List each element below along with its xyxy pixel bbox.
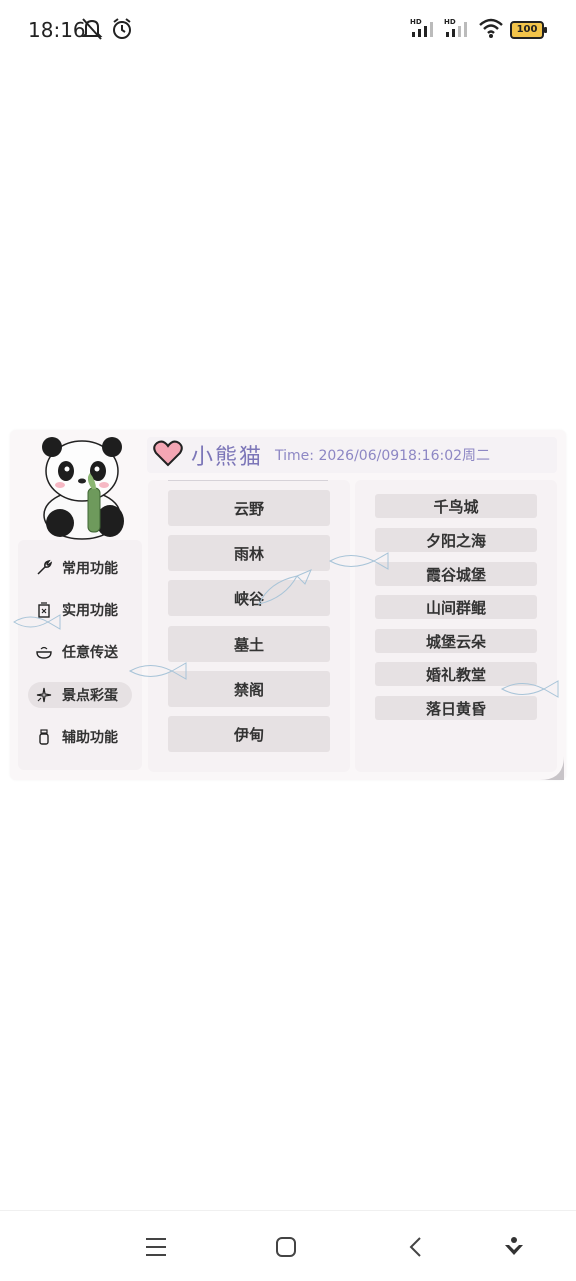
sidebar-item-teleport[interactable]: 任意传送 <box>28 639 132 665</box>
location-button[interactable]: 禁阁 <box>168 671 330 707</box>
sidebar-item-label: 实用功能 <box>62 603 118 619</box>
bowl-icon <box>34 642 54 662</box>
spot-button[interactable]: 千鸟城 <box>375 494 537 518</box>
assistant-icon[interactable] <box>500 1233 528 1261</box>
sidebar: 常用功能 实用功能 任意传送 景点彩蛋 辅助功能 <box>18 540 142 770</box>
spot-list: 千鸟城 夕阳之海 霞谷城堡 山间群鲲 城堡云朵 婚礼教堂 落日黄昏 <box>355 480 557 772</box>
wifi-icon <box>478 17 504 43</box>
clock-text: Time: 2026/06/0918:16:02周二 <box>275 448 491 464</box>
divider <box>168 480 328 481</box>
sidebar-item-assist[interactable]: 辅助功能 <box>28 724 132 750</box>
sidebar-item-label: 任意传送 <box>62 645 118 661</box>
location-button[interactable]: 墓土 <box>168 626 330 662</box>
back-icon[interactable] <box>402 1233 430 1261</box>
sidebar-item-label: 辅助功能 <box>62 730 118 746</box>
status-right: HD HD 100 <box>410 17 547 43</box>
hd-signal-icon: HD <box>410 17 438 43</box>
status-bar: 18:16 HD HD 100 <box>0 0 576 60</box>
status-time: 18:16 <box>28 18 86 42</box>
fish-decoration-icon <box>128 662 187 680</box>
resize-handle-icon[interactable] <box>536 752 566 782</box>
heart-icon <box>153 439 183 471</box>
panel-header: 小熊猫 Time: 2026/06/0918:16:02周二 <box>147 437 557 473</box>
svg-text:HD: HD <box>444 18 456 26</box>
home-icon[interactable] <box>272 1233 300 1261</box>
fish-decoration-icon <box>258 569 312 605</box>
sidebar-item-label: 景点彩蛋 <box>62 688 118 704</box>
mute-icon <box>80 16 104 46</box>
location-button[interactable]: 云野 <box>168 490 330 526</box>
hd-signal-icon: HD <box>444 17 472 43</box>
spot-button[interactable]: 夕阳之海 <box>375 528 537 552</box>
jar-icon <box>34 727 54 747</box>
app-title: 小熊猫 <box>191 445 264 470</box>
location-button[interactable]: 雨林 <box>168 535 330 571</box>
menu-icon[interactable] <box>142 1233 170 1261</box>
fish-decoration-icon <box>13 614 61 630</box>
sparkle-icon <box>34 685 54 705</box>
fish-decoration-icon <box>500 680 559 698</box>
location-button[interactable]: 伊甸 <box>168 716 330 752</box>
sidebar-item-label: 常用功能 <box>62 561 118 577</box>
battery-icon: 100 <box>510 21 547 39</box>
alarm-icon <box>110 16 134 46</box>
spot-button[interactable]: 霞谷城堡 <box>375 562 537 586</box>
panda-mascot-icon <box>42 437 124 540</box>
navigation-bar <box>0 1210 576 1281</box>
sidebar-item-easter-eggs[interactable]: 景点彩蛋 <box>28 682 132 708</box>
location-list: 云野 雨林 峡谷 墓土 禁阁 伊甸 <box>148 480 350 772</box>
fish-decoration-icon <box>328 552 389 570</box>
sidebar-item-common[interactable]: 常用功能 <box>28 555 132 581</box>
svg-text:HD: HD <box>410 18 422 26</box>
wrench-icon <box>34 558 54 578</box>
spot-button[interactable]: 城堡云朵 <box>375 629 537 653</box>
spot-button[interactable]: 山间群鲲 <box>375 595 537 619</box>
